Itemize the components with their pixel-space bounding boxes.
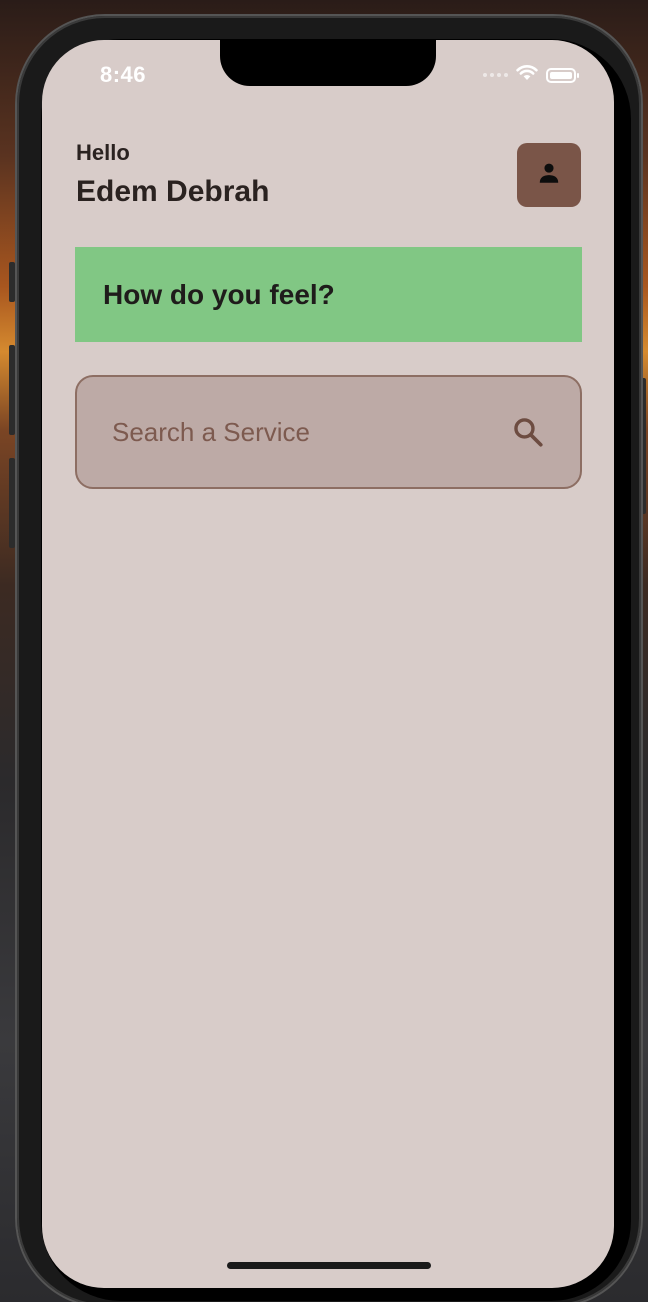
phone-side-button-left-2 xyxy=(9,345,15,435)
search-box[interactable] xyxy=(75,375,582,489)
wifi-icon xyxy=(516,64,538,86)
user-name: Edem Debrah xyxy=(76,175,270,208)
search-icon[interactable] xyxy=(510,414,546,450)
phone-side-button-left-3 xyxy=(9,458,15,548)
home-indicator[interactable] xyxy=(227,1262,431,1269)
search-input[interactable] xyxy=(112,416,510,448)
greeting-text: Hello xyxy=(76,140,130,165)
phone-side-button-left-1 xyxy=(9,262,15,302)
profile-button[interactable] xyxy=(517,143,581,207)
person-icon xyxy=(536,160,562,191)
status-time: 8:46 xyxy=(100,62,147,87)
phone-screen: 8:46 Hello Edem Debrah How do you feel? xyxy=(42,40,614,1288)
notch xyxy=(220,40,436,86)
how-do-you-feel-card[interactable]: How do you feel? xyxy=(75,247,582,342)
signal-icon xyxy=(483,73,508,77)
status-icons xyxy=(483,64,579,86)
battery-icon xyxy=(546,67,579,83)
feel-card-label: How do you feel? xyxy=(103,278,335,310)
phone-side-button-right xyxy=(641,378,646,514)
